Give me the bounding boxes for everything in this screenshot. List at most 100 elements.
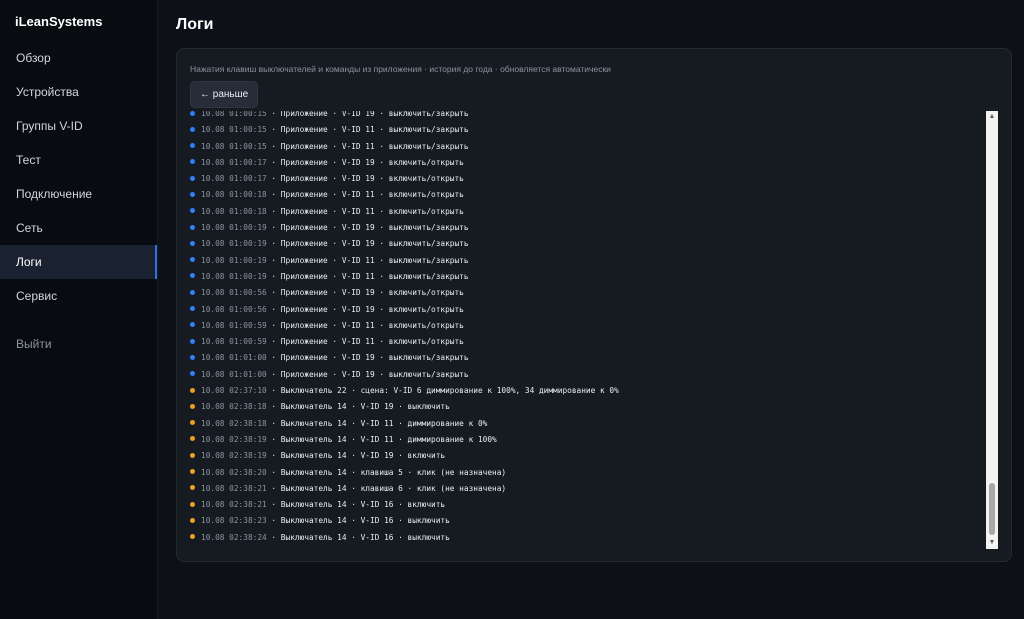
log-entry: 10.08 01:00:17 · Приложение · V-ID 19 · … <box>188 171 619 187</box>
log-message: · Приложение · V-ID 11 · выключить/закры… <box>266 141 469 151</box>
log-message: · Приложение · V-ID 19 · выключить/закры… <box>266 369 469 379</box>
log-timestamp: 10.08 01:00:19 <box>201 223 267 233</box>
log-message: · Приложение · V-ID 11 · выключить/закры… <box>266 125 469 135</box>
log-message: · Приложение · V-ID 11 · включить/открыт… <box>266 320 464 330</box>
log-message: · Приложение · V-ID 19 · включить/открыт… <box>266 288 464 298</box>
log-timestamp: 10.08 01:00:19 <box>201 271 267 281</box>
scroll-up-arrow-icon[interactable]: ▲ <box>986 111 998 123</box>
log-list[interactable]: 10.08 01:00:15 · Приложение · V-ID 19 · … <box>188 111 988 548</box>
switch-source-dot-icon <box>190 501 195 507</box>
log-entry: 10.08 01:00:19 · Приложение · V-ID 11 · … <box>188 269 619 285</box>
log-message: · Приложение · V-ID 11 · выключить/закры… <box>266 271 469 281</box>
log-timestamp: 10.08 02:38:24 <box>201 532 267 542</box>
log-timestamp: 10.08 02:38:21 <box>201 483 267 493</box>
scrollbar-thumb[interactable] <box>989 483 995 535</box>
app-source-dot-icon <box>190 354 195 360</box>
log-entry: 10.08 01:00:15 · Приложение · V-ID 19 · … <box>188 111 619 122</box>
app-source-dot-icon <box>190 159 195 165</box>
log-entry: 10.08 02:38:23 · Выключатель 14 · V-ID 1… <box>188 513 619 529</box>
brand-logo-text: iLeanSystems <box>15 14 103 29</box>
log-entry: 10.08 01:00:15 · Приложение · V-ID 11 · … <box>188 139 619 155</box>
sidebar-item-overview[interactable]: Обзор <box>0 41 157 75</box>
sidebar: iLeanSystems Обзор Устройства Группы V-I… <box>0 0 158 619</box>
app-source-dot-icon <box>190 240 195 246</box>
app-source-dot-icon <box>190 208 195 214</box>
sidebar-item-vid-groups[interactable]: Группы V-ID <box>0 109 157 143</box>
log-timestamp: 10.08 01:00:15 <box>201 141 267 151</box>
log-entry: 10.08 01:00:18 · Приложение · V-ID 11 · … <box>188 187 619 203</box>
sidebar-item-connection[interactable]: Подключение <box>0 177 157 211</box>
log-entry: 10.08 02:38:18 · Выключатель 14 · V-ID 1… <box>188 399 619 415</box>
log-entry: 10.08 02:38:19 · Выключатель 14 · V-ID 1… <box>188 448 619 464</box>
log-timestamp: 10.08 01:00:19 <box>201 255 267 265</box>
log-entry: 10.08 01:00:19 · Приложение · V-ID 19 · … <box>188 220 619 236</box>
log-timestamp: 10.08 01:00:59 <box>201 320 267 330</box>
log-timestamp: 10.08 02:38:20 <box>201 467 267 477</box>
log-timestamp: 10.08 01:01:00 <box>201 353 267 363</box>
log-entry: 10.08 02:38:19 · Выключатель 14 · V-ID 1… <box>188 432 619 448</box>
switch-source-dot-icon <box>190 469 195 475</box>
log-timestamp: 10.08 01:00:15 <box>201 125 267 135</box>
app-source-dot-icon <box>190 111 195 116</box>
log-timestamp: 10.08 02:38:18 <box>201 402 267 412</box>
app-source-dot-icon <box>190 322 195 328</box>
app-source-dot-icon <box>190 338 195 344</box>
switch-source-dot-icon <box>190 485 195 491</box>
log-entry: 10.08 01:00:18 · Приложение · V-ID 11 · … <box>188 204 619 220</box>
log-timestamp: 10.08 01:01:00 <box>201 369 267 379</box>
switch-source-dot-icon <box>190 403 195 409</box>
log-entry: 10.08 02:37:10 · Выключатель 22 · сцена:… <box>188 383 619 399</box>
app-source-dot-icon <box>190 175 195 181</box>
logout-link[interactable]: Выйти <box>0 327 157 361</box>
log-scrollbar[interactable]: ▲ ▼ <box>986 111 998 549</box>
log-message: · Выключатель 14 · V-ID 11 · диммировани… <box>266 418 488 428</box>
app-source-dot-icon <box>190 273 195 279</box>
log-timestamp: 10.08 01:00:17 <box>201 157 267 167</box>
log-entry: 10.08 01:00:17 · Приложение · V-ID 19 · … <box>188 155 619 171</box>
log-timestamp: 10.08 02:38:19 <box>201 434 267 444</box>
switch-source-dot-icon <box>190 452 195 458</box>
log-message: · Приложение · V-ID 11 · включить/открыт… <box>266 337 464 347</box>
log-entry: 10.08 01:00:59 · Приложение · V-ID 11 · … <box>188 318 619 334</box>
log-list-content: 10.08 01:00:15 · Приложение · V-ID 19 · … <box>188 111 619 546</box>
log-message: · Выключатель 14 · V-ID 16 · выключить <box>266 516 450 526</box>
sidebar-item-devices[interactable]: Устройства <box>0 75 157 109</box>
log-timestamp: 10.08 02:38:19 <box>201 451 267 461</box>
log-message: · Выключатель 14 · клавиша 6 · клик (не … <box>266 483 507 493</box>
logs-description: Нажатия клавиш выключателей и команды из… <box>190 64 611 74</box>
log-timestamp: 10.08 02:37:10 <box>201 386 267 396</box>
log-message: · Приложение · V-ID 11 · включить/открыт… <box>266 190 464 200</box>
scroll-down-arrow-icon[interactable]: ▼ <box>986 537 998 549</box>
app-source-dot-icon <box>190 371 195 377</box>
sidebar-separator <box>0 313 157 327</box>
log-message: · Выключатель 22 · сцена: V-ID 6 диммиро… <box>266 386 619 396</box>
log-entry: 10.08 02:38:20 · Выключатель 14 · клавиш… <box>188 465 619 481</box>
log-timestamp: 10.08 01:00:17 <box>201 174 267 184</box>
log-message: · Приложение · V-ID 19 · выключить/закры… <box>266 223 469 233</box>
log-message: · Выключатель 14 · V-ID 19 · включить <box>266 451 446 461</box>
log-timestamp: 10.08 02:38:21 <box>201 500 267 510</box>
log-timestamp: 10.08 01:00:56 <box>201 288 267 298</box>
sidebar-item-network[interactable]: Сеть <box>0 211 157 245</box>
log-entry: 10.08 01:01:00 · Приложение · V-ID 19 · … <box>188 367 619 383</box>
sidebar-item-logs[interactable]: Логи <box>0 245 157 279</box>
log-entry: 10.08 01:00:15 · Приложение · V-ID 11 · … <box>188 122 619 138</box>
switch-source-dot-icon <box>190 420 195 426</box>
switch-source-dot-icon <box>190 387 195 393</box>
app-source-dot-icon <box>190 191 195 197</box>
log-message: · Приложение · V-ID 11 · включить/открыт… <box>266 206 464 216</box>
log-message: · Выключатель 14 · V-ID 11 · диммировани… <box>266 434 497 444</box>
log-message: · Приложение · V-ID 19 · включить/открыт… <box>266 174 464 184</box>
log-timestamp: 10.08 01:00:18 <box>201 190 267 200</box>
earlier-button[interactable]: ← раньше <box>190 81 259 108</box>
log-entry: 10.08 01:00:56 · Приложение · V-ID 19 · … <box>188 302 619 318</box>
sidebar-item-test[interactable]: Тест <box>0 143 157 177</box>
sidebar-item-service[interactable]: Сервис <box>0 279 157 313</box>
switch-source-dot-icon <box>190 534 195 540</box>
log-entry: 10.08 02:38:21 · Выключатель 14 · V-ID 1… <box>188 497 619 513</box>
app-source-dot-icon <box>190 289 195 295</box>
log-message: · Выключатель 14 · V-ID 19 · выключить <box>266 402 450 412</box>
log-message: · Приложение · V-ID 11 · выключить/закры… <box>266 255 469 265</box>
app-source-dot-icon <box>190 306 195 312</box>
log-entry: 10.08 01:00:19 · Приложение · V-ID 19 · … <box>188 236 619 252</box>
